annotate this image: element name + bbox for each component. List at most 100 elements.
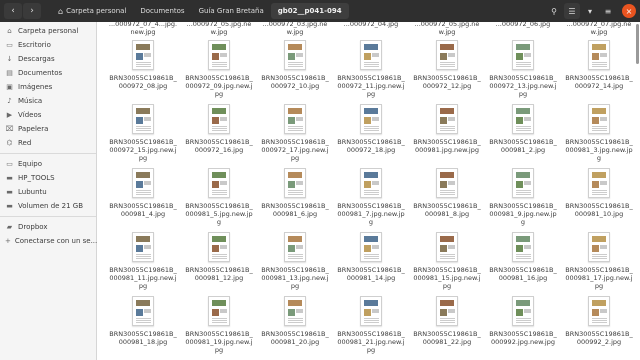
sidebar-item-label: Vídeos [18,111,42,119]
file-item[interactable]: ...000972_07_4...jpg.new.jpg [108,22,178,36]
breadcrumb-documentos[interactable]: Documentos [133,3,191,19]
file-item[interactable]: BRN30055C19861B_000981_2.jpg [488,104,558,154]
file-item[interactable]: BRN30055C19861B_000981_9.jpg.new.jpg [488,168,558,226]
forward-button[interactable]: › [23,3,41,19]
file-item[interactable]: BRN30055C19861B_000981_12.jpg [184,232,254,282]
file-name: BRN30055C19861B_000981_22.jpg [413,330,481,346]
file-name: BRN30055C19861B_000981_17.jpg.new.jpg [565,266,633,290]
file-item[interactable]: BRN30055C19861B_000972_17.jpg.new.jpg [260,104,330,162]
view-list-button[interactable]: ☰ [564,3,580,19]
file-item[interactable]: BRN30055C19861B_000981_8.jpg [412,168,482,218]
sidebar-item-places-5[interactable]: ♪ Música [0,94,96,108]
file-item[interactable]: BRN30055C19861B_000972_16.jpg [184,104,254,154]
menu-button[interactable]: ≡ [600,3,616,19]
file-name: BRN30055C19861B_000972_13.jpg.new.jpg [489,74,557,98]
breadcrumb-label: Guía Gran Bretaña [198,7,264,15]
file-item[interactable]: BRN30055C19861B_000981_5.jpg.new.jpg [184,168,254,226]
sidebar-item-devices-2[interactable]: ▬ Lubuntu [0,185,96,199]
search-button[interactable]: ⚲ [546,3,562,19]
file-item[interactable]: BRN30055C19861B_000981_20.jpg [260,296,330,346]
file-name: BRN30055C19861B_000981_7.jpg.new.jpg [337,202,405,226]
image-thumbnail [208,232,230,262]
sidebar-item-label: Imágenes [18,83,53,91]
sidebar-item-devices-0[interactable]: ▭ Equipo [0,157,96,171]
view-options-button[interactable]: ▾ [582,3,598,19]
file-item[interactable]: BRN30055C19861B_000981_7.jpg.new.jpg [336,168,406,226]
image-thumbnail [208,104,230,134]
file-item[interactable]: BRN30055C19861B_000981_13.jpg.new.jpg [260,232,330,290]
back-button[interactable]: ‹ [4,3,22,19]
trash-icon: ⌧ [5,125,14,133]
sidebar-item-places-7[interactable]: ⌧ Papelera [0,122,96,136]
file-item[interactable]: BRN30055C19861B_000981_11.jpg.new.jpg [108,232,178,290]
sidebar-item-cloud-1[interactable]: + Conectarse con un se... [0,234,97,248]
file-item[interactable]: BRN30055C19861B_000981.jpg.new.jpg [412,104,482,154]
file-item[interactable]: BRN30055C19861B_000981_3.jpg.new.jpg [564,104,634,162]
file-item[interactable]: BRN30055C19861B_000972_12.jpg [412,40,482,90]
file-item[interactable]: ...000972_04.jpg [336,22,406,28]
file-item[interactable]: ...000972_03.jpg.new.jpg [260,22,330,36]
file-item[interactable]: BRN30055C19861B_000981_10.jpg [564,168,634,218]
breadcrumb-label: Carpeta personal [66,7,127,15]
sidebar-item-label: Lubuntu [18,188,47,196]
file-name: BRN30055C19861B_000981_3.jpg.new.jpg [565,138,633,162]
file-item[interactable]: ...000972_07.jpg.new.jpg [564,22,634,36]
file-item[interactable]: BRN30055C19861B_000972_14.jpg [564,40,634,90]
file-item[interactable]: BRN30055C19861B_000981_6.jpg [260,168,330,218]
file-item[interactable]: BRN30055C19861B_000981_15.jpg.new.jpg [412,232,482,290]
file-item[interactable]: BRN30055C19861B_000972_18.jpg [336,104,406,154]
file-item[interactable]: BRN30055C19861B_000972_08.jpg [108,40,178,90]
file-item[interactable]: BRN30055C19861B_000972_13.jpg.new.jpg [488,40,558,98]
image-thumbnail [284,168,306,198]
file-item[interactable]: BRN30055C19861B_000981_22.jpg [412,296,482,346]
sidebar-item-places-6[interactable]: ▶ Vídeos [0,108,96,122]
file-item[interactable]: ...000972_05.jpg.new.jpg [184,22,254,36]
file-item[interactable]: BRN30055C19861B_000972_09.jpg.new.jpg [184,40,254,98]
sidebar-item-cloud-0[interactable]: ▰ Dropbox [0,220,96,234]
close-button[interactable]: × [622,4,636,18]
file-item[interactable]: BRN30055C19861B_000981_16.jpg [488,232,558,282]
file-item[interactable]: ...000972_05.jpg.new.jpg [412,22,482,36]
breadcrumb-current-folder[interactable]: gb02__p041-094 [270,3,349,19]
file-item[interactable]: BRN30055C19861B_000981_21.jpg.new.jpg [336,296,406,354]
file-item[interactable]: BRN30055C19861B_000981_18.jpg [108,296,178,346]
file-item[interactable]: BRN30055C19861B_000972_15.jpg.new.jpg [108,104,178,162]
file-item[interactable]: BRN30055C19861B_000972_11.jpg.new.jpg [336,40,406,98]
file-name: BRN30055C19861B_000981_21.jpg.new.jpg [337,330,405,354]
file-item[interactable]: BRN30055C19861B_000972_10.jpg [260,40,330,90]
sidebar-item-places-3[interactable]: ▤ Documentos [0,66,96,80]
file-item[interactable]: ...000972_06.jpg [488,22,558,28]
sidebar-divider [0,153,96,154]
file-name: BRN30055C19861B_000981_16.jpg [489,266,557,282]
file-item[interactable]: BRN30055C19861B_000981_4.jpg [108,168,178,218]
home-icon: ⌂ [58,6,64,16]
image-thumbnail [208,40,230,70]
scrollbar[interactable] [636,24,639,64]
file-name: BRN30055C19861B_000981_4.jpg [109,202,177,218]
sidebar-item-places-1[interactable]: ▭ Escritorio [0,38,96,52]
sidebar-item-devices-1[interactable]: ▬ HP_TOOLS [0,171,96,185]
file-item[interactable]: BRN30055C19861B_000992_2.jpg [564,296,634,346]
file-grid: ...000972_07_4...jpg.new.jpg ...000972_05… [98,22,640,360]
sidebar-item-places-2[interactable]: ↓ Descargas [0,52,96,66]
sidebar-item-devices-3[interactable]: ▬ Volumen de 21 GB [0,199,96,213]
folder-icon: ▰ [6,223,13,231]
view-list-icon: ☰ [568,6,576,16]
file-item[interactable]: BRN30055C19861B_000992.jpg.new.jpg [488,296,558,346]
file-name: BRN30055C19861B_000981_14.jpg [337,266,405,282]
breadcrumb-home[interactable]: ⌂ Carpeta personal [51,3,133,19]
file-name: BRN30055C19861B_000972_16.jpg [185,138,253,154]
sidebar-item-places-4[interactable]: ▣ Imágenes [0,80,96,94]
image-thumbnail [360,40,382,70]
file-item[interactable]: BRN30055C19861B_000981_14.jpg [336,232,406,282]
sidebar-item-label: Carpeta personal [18,27,79,35]
sidebar-item-label: Volumen de 21 GB [18,202,84,210]
sidebar-item-label: Música [18,97,43,105]
sidebar-item-places-8[interactable]: ⌬ Red [0,136,96,150]
image-thumbnail [360,168,382,198]
view-options-icon: ▾ [587,6,592,16]
file-item[interactable]: BRN30055C19861B_000981_19.jpg.new.jpg [184,296,254,354]
file-item[interactable]: BRN30055C19861B_000981_17.jpg.new.jpg [564,232,634,290]
breadcrumb-guia[interactable]: Guía Gran Bretaña [192,3,271,19]
sidebar-item-places-0[interactable]: ⌂ Carpeta personal [0,24,96,38]
